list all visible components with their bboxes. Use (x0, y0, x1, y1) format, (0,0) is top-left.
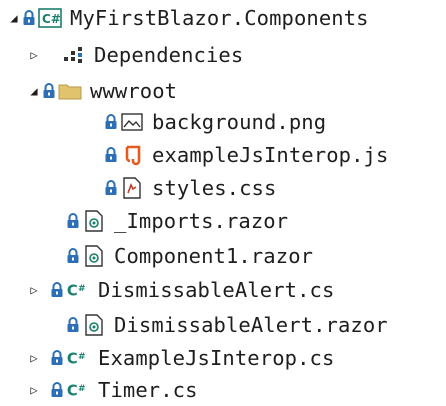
expanded-arrow-icon[interactable]: ◢ (6, 11, 22, 25)
timer-cs-node[interactable]: ▷ Timer.cs (26, 374, 198, 406)
file-label: styles.css (152, 176, 277, 200)
lock-icon (104, 113, 118, 131)
dismissablealert-razor-node[interactable]: DismissableAlert.razor (66, 309, 388, 341)
lock-icon (50, 281, 64, 299)
collapsed-arrow-icon[interactable]: ▷ (26, 48, 42, 62)
lock-icon (66, 212, 80, 230)
file-label: Timer.cs (98, 378, 198, 402)
styles-css-node[interactable]: styles.css (104, 172, 276, 204)
background-png-node[interactable]: background.png (104, 106, 326, 138)
project-node[interactable]: ◢ C# MyFirstBlazor.Components (6, 2, 369, 34)
svg-text:C#: C# (42, 12, 61, 26)
css-file-icon (120, 177, 144, 199)
csharp-file-icon (66, 347, 90, 369)
file-label: ExampleJsInterop.cs (98, 346, 335, 370)
project-label: MyFirstBlazor.Components (70, 6, 369, 30)
dismissablealert-cs-node[interactable]: ▷ DismissableAlert.cs (26, 274, 334, 306)
razor-file-icon (82, 210, 106, 232)
lock-icon (104, 179, 118, 197)
examplejsinterop-js-node[interactable]: exampleJsInterop.js (104, 139, 388, 171)
dependencies-label: Dependencies (94, 43, 244, 67)
lock-icon (42, 82, 56, 100)
lock-icon (104, 146, 118, 164)
csharp-file-icon (66, 379, 90, 401)
dependencies-node[interactable]: ▷ Dependencies (26, 39, 243, 71)
dependencies-icon (62, 44, 86, 66)
wwwroot-folder-node[interactable]: ◢ wwwroot (26, 75, 177, 107)
file-label: Component1.razor (114, 244, 314, 268)
lock-icon (66, 316, 80, 334)
razor-file-icon (82, 245, 106, 267)
expanded-arrow-icon[interactable]: ◢ (26, 84, 42, 98)
lock-icon (22, 9, 36, 27)
js-file-icon (120, 144, 144, 166)
file-label: _Imports.razor (114, 209, 289, 233)
file-label: DismissableAlert.cs (98, 278, 335, 302)
razor-file-icon (82, 314, 106, 336)
collapsed-arrow-icon[interactable]: ▷ (26, 351, 42, 365)
folder-icon (58, 80, 82, 102)
collapsed-arrow-icon[interactable]: ▷ (26, 283, 42, 297)
file-label: DismissableAlert.razor (114, 313, 388, 337)
lock-icon (50, 349, 64, 367)
file-label: background.png (152, 110, 327, 134)
lock-icon (50, 381, 64, 399)
wwwroot-label: wwwroot (90, 79, 178, 103)
lock-icon (66, 247, 80, 265)
image-file-icon (120, 111, 144, 133)
solution-explorer-tree: ◢ C# MyFirstBlazor.Components ▷ Dependen… (0, 0, 446, 406)
examplejsinterop-cs-node[interactable]: ▷ ExampleJsInterop.cs (26, 342, 334, 374)
csharp-file-icon (66, 279, 90, 301)
component1-razor-node[interactable]: Component1.razor (66, 240, 313, 272)
csharp-project-icon: C# (38, 7, 62, 29)
collapsed-arrow-icon[interactable]: ▷ (26, 383, 42, 397)
imports-razor-node[interactable]: _Imports.razor (66, 205, 288, 237)
file-label: exampleJsInterop.js (152, 143, 389, 167)
